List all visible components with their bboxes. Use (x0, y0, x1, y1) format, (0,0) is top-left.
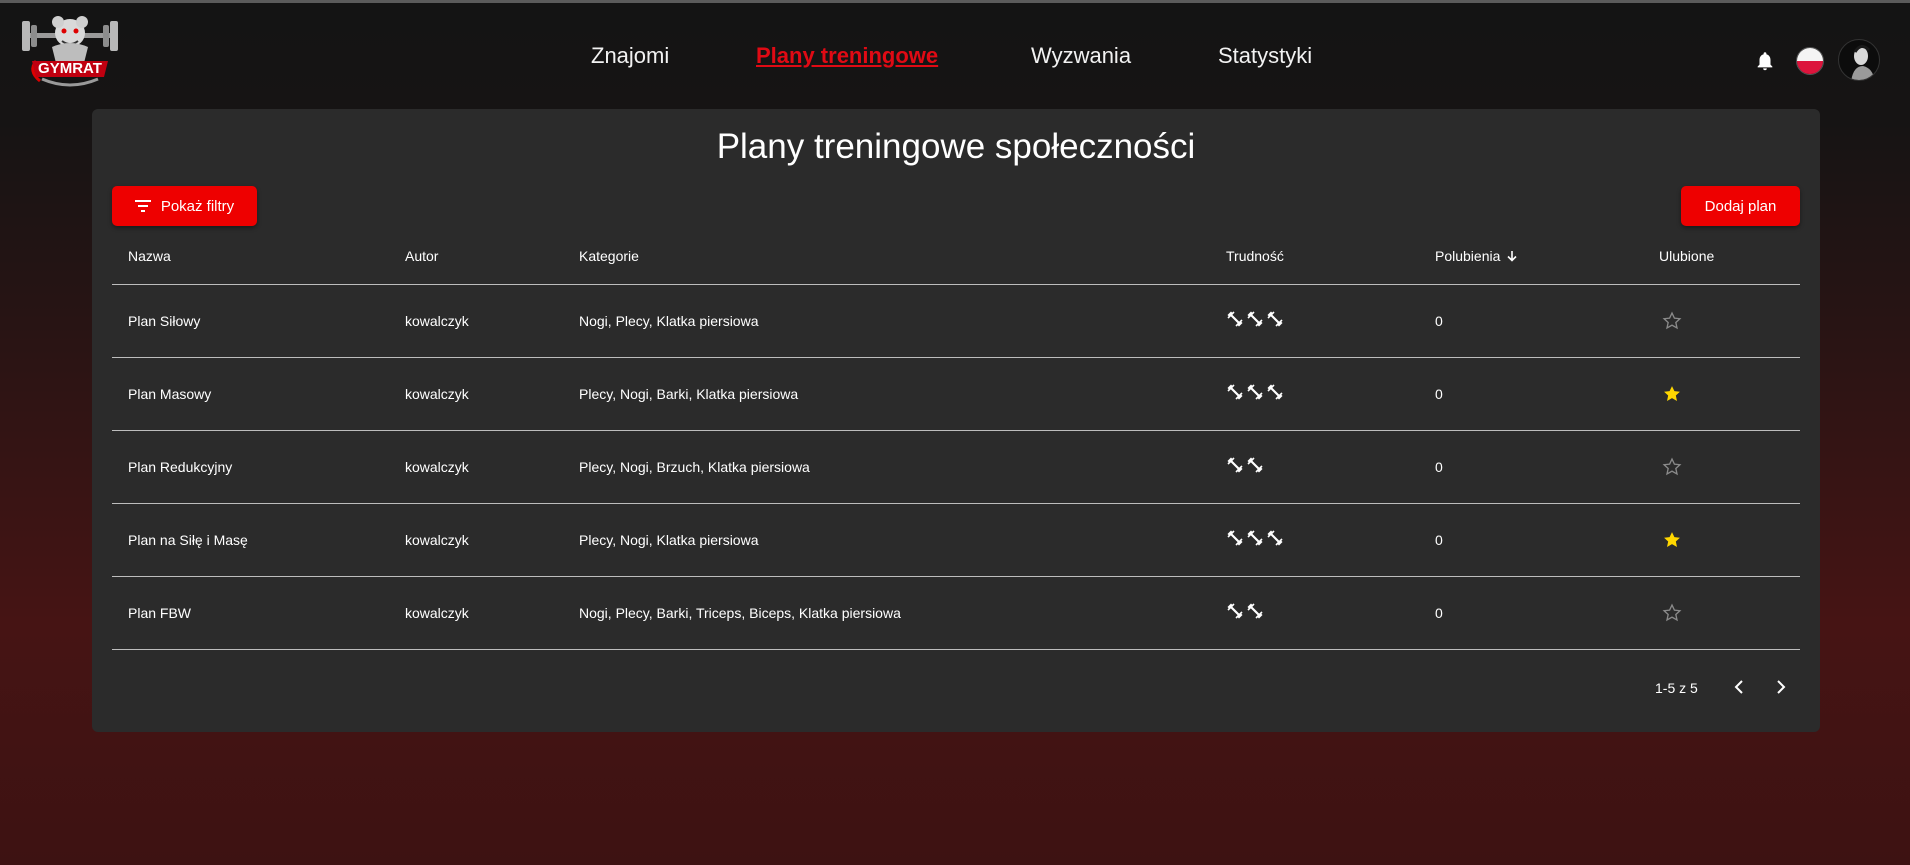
column-header-name[interactable]: Nazwa (112, 229, 389, 285)
column-header-difficulty[interactable]: Trudność (1210, 229, 1419, 285)
nav-item-challenges[interactable]: Wyzwania (1031, 43, 1131, 69)
app-header: GYMRAT Znajomi Plany treningowe Wyzwania… (0, 3, 1910, 109)
dumbbell-icon (1267, 530, 1283, 546)
plan-author-cell: kowalczyk (389, 503, 563, 577)
pagination-range: 1-5 z 5 (1655, 680, 1698, 696)
bell-icon[interactable] (1754, 49, 1776, 73)
dumbbell-icon (1247, 530, 1263, 546)
column-header-likes[interactable]: Polubienia (1419, 229, 1643, 285)
plan-author-cell: kowalczyk (389, 576, 563, 650)
plan-favorite-cell (1643, 284, 1800, 358)
plan-likes-cell: 0 (1419, 503, 1643, 577)
plan-likes-cell: 0 (1419, 357, 1643, 431)
dumbbell-icon (1267, 384, 1283, 400)
show-filters-button[interactable]: Pokaż filtry (112, 186, 257, 226)
column-header-author[interactable]: Autor (389, 229, 563, 285)
show-filters-label: Pokaż filtry (160, 197, 235, 215)
plan-difficulty-cell (1210, 503, 1419, 577)
plan-categories-cell: Plecy, Nogi, Brzuch, Klatka piersiowa (563, 430, 1210, 504)
plan-author-cell: kowalczyk (389, 357, 563, 431)
prev-page-chevron-icon[interactable] (1729, 676, 1751, 698)
star-outline-icon[interactable] (1662, 457, 1682, 477)
difficulty-rating (1226, 456, 1264, 474)
plan-likes-cell: 0 (1419, 430, 1643, 504)
table-row[interactable]: Plan FBW kowalczyk Nogi, Plecy, Barki, Tri… (112, 576, 1800, 650)
plan-difficulty-cell (1210, 430, 1419, 504)
language-flag-icon[interactable] (1796, 47, 1824, 75)
difficulty-rating (1226, 310, 1284, 328)
difficulty-rating (1226, 383, 1284, 401)
difficulty-rating (1226, 602, 1264, 620)
table-header-row: Nazwa Autor Kategorie Trudność Polubieni… (112, 229, 1800, 285)
plan-name-cell: Plan Masowy (112, 357, 389, 431)
plan-favorite-cell (1643, 357, 1800, 431)
plan-name-cell: Plan FBW (112, 576, 389, 650)
plan-name-cell: Plan na Siłę i Masę (112, 503, 389, 577)
plan-author-cell: kowalczyk (389, 430, 563, 504)
plan-categories-cell: Plecy, Nogi, Barki, Klatka piersiowa (563, 357, 1210, 431)
table-row[interactable]: Plan Masowy kowalczyk Plecy, Nogi, Barki, … (112, 357, 1800, 431)
star-outline-icon[interactable] (1662, 311, 1682, 331)
difficulty-rating (1226, 529, 1284, 547)
plan-categories-cell: Nogi, Plecy, Barki, Triceps, Biceps, Kla… (563, 576, 1210, 650)
plan-categories-cell: Nogi, Plecy, Klatka piersiowa (563, 284, 1210, 358)
dumbbell-icon (1227, 384, 1243, 400)
plans-card: Plany treningowe społeczności Pokaż filt… (92, 109, 1820, 732)
pagination: 1-5 z 5 (92, 672, 1820, 702)
column-header-favorites[interactable]: Ulubione (1643, 229, 1800, 285)
add-plan-label: Dodaj plan (1704, 197, 1777, 215)
table-row[interactable]: Plan Siłowy kowalczyk Nogi, Plecy, Klatka … (112, 284, 1800, 358)
plan-difficulty-cell (1210, 357, 1419, 431)
dumbbell-icon (1227, 457, 1243, 473)
page-title: Plany treningowe społeczności (716, 127, 1196, 166)
table-row[interactable]: Plan na Siłę i Masę kowalczyk Plecy, Nogi,… (112, 503, 1800, 577)
avatar[interactable] (1838, 39, 1880, 81)
plan-difficulty-cell (1210, 284, 1419, 358)
dumbbell-icon (1267, 311, 1283, 327)
plan-favorite-cell (1643, 576, 1800, 650)
star-filled-icon[interactable] (1662, 530, 1682, 550)
nav-item-friends[interactable]: Znajomi (591, 43, 669, 69)
plan-likes-cell: 0 (1419, 284, 1643, 358)
plan-difficulty-cell (1210, 576, 1419, 650)
dumbbell-icon (1247, 384, 1263, 400)
filter-icon (134, 200, 151, 212)
add-plan-button[interactable]: Dodaj plan (1681, 186, 1800, 226)
dumbbell-icon (1247, 311, 1263, 327)
plan-favorite-cell (1643, 503, 1800, 577)
column-header-likes-label: Polubienia (1435, 248, 1501, 265)
star-filled-icon[interactable] (1662, 384, 1682, 404)
column-header-categories[interactable]: Kategorie (563, 229, 1210, 285)
dumbbell-icon (1227, 530, 1243, 546)
next-page-chevron-icon[interactable] (1769, 676, 1791, 698)
sort-desc-arrow-icon (1507, 251, 1517, 262)
header-actions (1710, 39, 1910, 83)
plan-likes-cell: 0 (1419, 576, 1643, 650)
plan-favorite-cell (1643, 430, 1800, 504)
plans-table: Nazwa Autor Kategorie Trudność Polubieni… (112, 229, 1800, 650)
nav-item-statistics[interactable]: Statystyki (1218, 43, 1312, 69)
dumbbell-icon (1247, 457, 1263, 473)
dumbbell-icon (1247, 603, 1263, 619)
main-nav: Znajomi Plany treningowe Wyzwania Statys… (0, 43, 1910, 77)
nav-item-training-plans[interactable]: Plany treningowe (756, 43, 938, 69)
star-outline-icon[interactable] (1662, 603, 1682, 623)
dumbbell-icon (1227, 311, 1243, 327)
plan-name-cell: Plan Siłowy (112, 284, 389, 358)
plan-categories-cell: Plecy, Nogi, Klatka piersiowa (563, 503, 1210, 577)
table-row[interactable]: Plan Redukcyjny kowalczyk Plecy, Nogi, Brz… (112, 430, 1800, 504)
dumbbell-icon (1227, 603, 1243, 619)
plan-name-cell: Plan Redukcyjny (112, 430, 389, 504)
plan-author-cell: kowalczyk (389, 284, 563, 358)
